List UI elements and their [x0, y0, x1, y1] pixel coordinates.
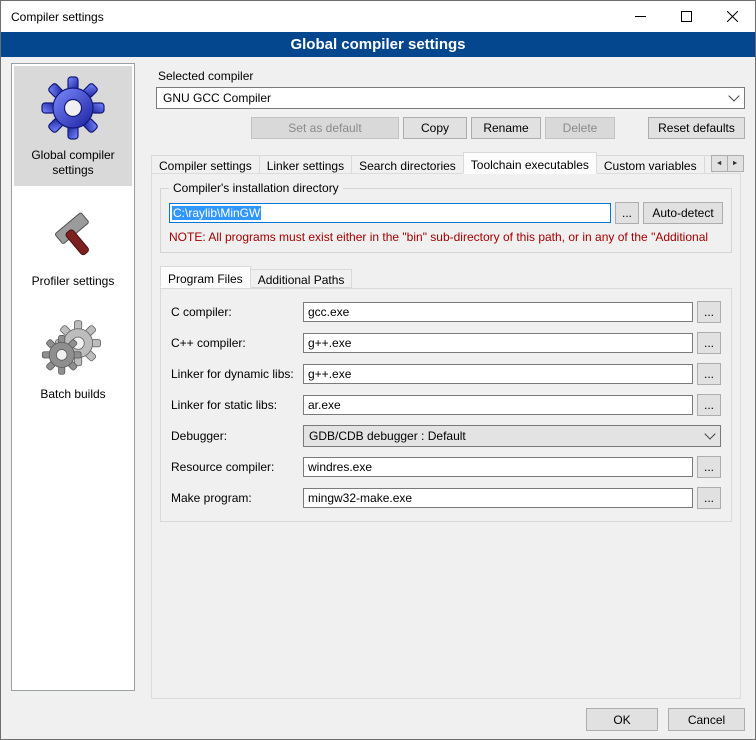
installation-directory-group-label: Compiler's installation directory: [169, 181, 343, 195]
cpp-compiler-label: C++ compiler:: [171, 336, 303, 350]
resource-compiler-browse-button[interactable]: ...: [697, 456, 721, 478]
resource-compiler-label: Resource compiler:: [171, 460, 303, 474]
sidebar-item-label: Batch builds: [40, 387, 105, 402]
tab-search-directories[interactable]: Search directories: [351, 155, 464, 174]
linker-dynamic-browse-button[interactable]: ...: [697, 363, 721, 385]
cpp-compiler-browse-button[interactable]: ...: [697, 332, 721, 354]
program-tabs: Program Files Additional Paths: [160, 267, 740, 288]
sidebar-item-label: Global compiler settings: [16, 148, 130, 178]
installation-note: NOTE: All programs must exist either in …: [169, 230, 723, 244]
installation-directory-browse-button[interactable]: ...: [615, 202, 639, 224]
cancel-button[interactable]: Cancel: [668, 708, 745, 731]
minimize-icon: [635, 11, 646, 22]
window-title: Compiler settings: [11, 10, 104, 24]
linker-static-label: Linker for static libs:: [171, 398, 303, 412]
sidebar-item-profiler-settings[interactable]: Profiler settings: [14, 196, 132, 297]
form-row-resource-compiler: Resource compiler: ...: [171, 456, 721, 478]
tab-compiler-settings[interactable]: Compiler settings: [151, 155, 260, 174]
tab-scroll-right-icon[interactable]: ►: [727, 155, 744, 172]
linker-dynamic-label: Linker for dynamic libs:: [171, 367, 303, 381]
reset-defaults-button[interactable]: Reset defaults: [648, 117, 745, 139]
resource-compiler-input[interactable]: [303, 457, 693, 477]
installation-directory-input[interactable]: C:\raylib\MinGW: [169, 203, 611, 223]
form-row-cpp-compiler: C++ compiler: ...: [171, 332, 721, 354]
make-program-label: Make program:: [171, 491, 303, 505]
c-compiler-browse-button[interactable]: ...: [697, 301, 721, 323]
form-row-linker-static: Linker for static libs: ...: [171, 394, 721, 416]
dialog-content: Global compiler settings Profiler settin…: [1, 57, 755, 739]
settings-tabs: Compiler settings Linker settings Search…: [151, 152, 741, 174]
compiler-actions-row: Set as default Copy Rename Delete Reset …: [156, 117, 745, 139]
installation-directory-value: C:\raylib\MinGW: [172, 206, 261, 220]
linker-static-browse-button[interactable]: ...: [697, 394, 721, 416]
set-as-default-button[interactable]: Set as default: [251, 117, 399, 139]
sidebar-item-batch-builds[interactable]: Batch builds: [14, 307, 132, 410]
subtab-additional-paths[interactable]: Additional Paths: [250, 269, 353, 288]
form-row-c-compiler: C compiler: ...: [171, 301, 721, 323]
page-title: Global compiler settings: [1, 32, 755, 57]
debugger-combo[interactable]: GDB/CDB debugger : Default: [303, 425, 721, 447]
make-program-input[interactable]: [303, 488, 693, 508]
chevron-down-icon: [724, 88, 744, 108]
maximize-button[interactable]: [663, 1, 709, 32]
form-row-make-program: Make program: ...: [171, 487, 721, 509]
form-row-debugger: Debugger: GDB/CDB debugger : Default: [171, 425, 721, 447]
main-panel: Selected compiler GNU GCC Compiler Set a…: [146, 61, 745, 739]
c-compiler-label: C compiler:: [171, 305, 303, 319]
program-files-pane: C compiler: ... C++ compiler: ... Linker…: [160, 288, 732, 522]
window-controls: [617, 1, 755, 32]
ok-button[interactable]: OK: [586, 708, 658, 731]
sidebar: Global compiler settings Profiler settin…: [11, 63, 135, 691]
minimize-button[interactable]: [617, 1, 663, 32]
close-button[interactable]: [709, 1, 755, 32]
titlebar: Compiler settings: [1, 1, 755, 32]
tab-scroll-left-icon[interactable]: ◄: [711, 155, 728, 172]
blue-gear-icon: [41, 76, 105, 140]
cpp-compiler-input[interactable]: [303, 333, 693, 353]
selected-compiler-combo[interactable]: GNU GCC Compiler: [156, 87, 745, 109]
profiler-hammer-icon: [45, 206, 101, 266]
make-program-browse-button[interactable]: ...: [697, 487, 721, 509]
tab-linker-settings[interactable]: Linker settings: [259, 155, 352, 174]
installation-directory-row: C:\raylib\MinGW ... Auto-detect: [169, 202, 723, 224]
auto-detect-button[interactable]: Auto-detect: [643, 202, 723, 224]
linker-static-input[interactable]: [303, 395, 693, 415]
installation-directory-group: Compiler's installation directory C:\ray…: [160, 188, 732, 253]
compiler-settings-window: Compiler settings Global compiler settin…: [0, 0, 756, 740]
debugger-value: GDB/CDB debugger : Default: [309, 429, 466, 443]
gray-gears-icon: [40, 317, 106, 379]
dialog-footer: OK Cancel: [586, 708, 745, 731]
selected-compiler-value: GNU GCC Compiler: [163, 91, 271, 105]
c-compiler-input[interactable]: [303, 302, 693, 322]
rename-button[interactable]: Rename: [471, 117, 541, 139]
subtab-program-files[interactable]: Program Files: [160, 266, 251, 288]
copy-button[interactable]: Copy: [403, 117, 467, 139]
tab-custom-variables[interactable]: Custom variables: [596, 155, 705, 174]
sidebar-item-label: Profiler settings: [32, 274, 115, 289]
chevron-down-icon: [700, 426, 720, 446]
linker-dynamic-input[interactable]: [303, 364, 693, 384]
maximize-icon: [681, 11, 692, 22]
toolchain-executables-pane: Compiler's installation directory C:\ray…: [151, 173, 741, 699]
debugger-label: Debugger:: [171, 429, 303, 443]
tab-scroll-buttons: ◄ ►: [712, 155, 744, 172]
close-icon: [727, 11, 738, 22]
selected-compiler-label: Selected compiler: [158, 69, 253, 83]
sidebar-item-global-compiler-settings[interactable]: Global compiler settings: [14, 66, 132, 186]
tab-toolchain-executables[interactable]: Toolchain executables: [463, 152, 597, 174]
delete-button[interactable]: Delete: [545, 117, 615, 139]
form-row-linker-dynamic: Linker for dynamic libs: ...: [171, 363, 721, 385]
